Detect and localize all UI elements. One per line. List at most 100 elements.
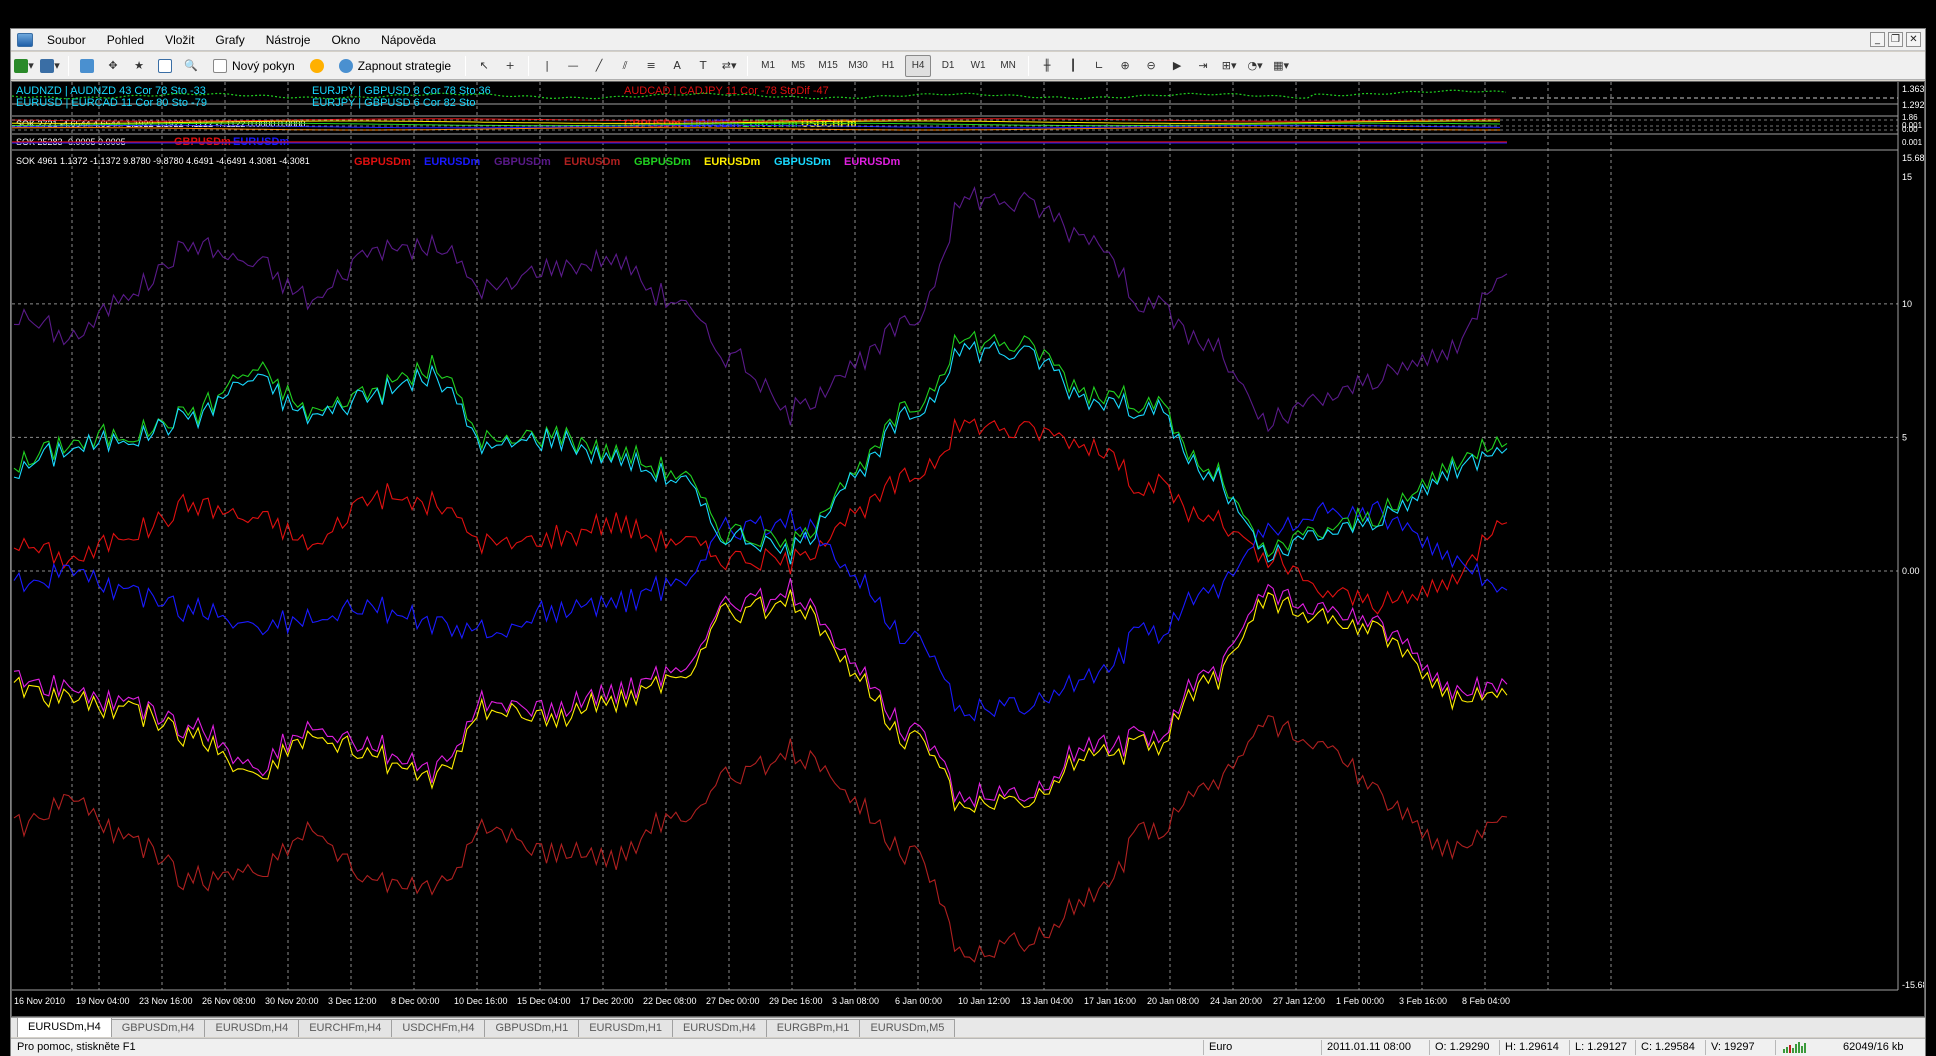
channel-icon[interactable]: ⫽ <box>614 55 636 77</box>
metaeditor-icon[interactable] <box>306 55 328 77</box>
chart-svg[interactable]: AUDNZD | AUDNZD 43 Cor 78 Sto -33 EURJPY … <box>12 82 1924 1016</box>
legend-entry: EURUSDm <box>844 156 900 168</box>
time-label: 27 Dec 00:00 <box>706 996 760 1006</box>
chart-tab[interactable]: GBPUSDm,H4 <box>110 1019 206 1037</box>
menu-nastroje[interactable]: Nástroje <box>258 29 324 51</box>
autoscroll-icon[interactable]: ▶ <box>1166 55 1188 77</box>
status-traffic: 62049/16 kb <box>1843 1041 1904 1053</box>
main-indicator-window: SOK 4961 1.1372 -1.1372 9.8780 -9.8780 4… <box>12 153 1924 990</box>
close-button[interactable]: ✕ <box>1906 32 1921 47</box>
time-label: 17 Jan 16:00 <box>1084 996 1136 1006</box>
chart-tab[interactable]: EURUSDm,H4 <box>17 1017 112 1037</box>
new-chart-icon[interactable]: ▾ <box>13 55 35 77</box>
scale-label: 0.00 <box>1902 125 1918 134</box>
cursor-icon[interactable]: ↖ <box>473 55 495 77</box>
minimize-button[interactable]: _ <box>1870 32 1885 47</box>
toolbar-separator <box>1028 55 1030 76</box>
scale-label: 5 <box>1902 432 1907 442</box>
legend-entry: EURUSDm <box>564 156 620 168</box>
status-open: O: 1.29290 <box>1435 1041 1490 1053</box>
periods-icon[interactable]: ◔▾ <box>1244 55 1266 77</box>
text-icon[interactable]: A <box>666 55 688 77</box>
time-label: 29 Dec 16:00 <box>769 996 823 1006</box>
time-label: 24 Jan 20:00 <box>1210 996 1262 1006</box>
time-label: 6 Jan 00:00 <box>895 996 942 1006</box>
status-close: C: 1.29584 <box>1641 1041 1695 1053</box>
time-label: 10 Jan 12:00 <box>958 996 1010 1006</box>
status-help: Pro pomoc, stiskněte F1 <box>17 1041 136 1053</box>
tester-icon[interactable]: 🔍 <box>180 55 202 77</box>
chart-tab[interactable]: EURUSDm,H1 <box>578 1019 673 1037</box>
line-chart-icon[interactable]: ∟ <box>1088 55 1110 77</box>
timeframe-d1[interactable]: D1 <box>935 55 961 77</box>
chart-tab[interactable]: EURCHFm,H4 <box>298 1019 393 1037</box>
timeframe-m5[interactable]: M5 <box>785 55 811 77</box>
vertical-line-icon[interactable]: | <box>536 55 558 77</box>
crosshair-icon[interactable]: + <box>499 55 521 77</box>
series-line-4 <box>13 330 1508 558</box>
chart-area[interactable]: AUDNZD | AUDNZD 43 Cor 78 Sto -33 EURJPY … <box>11 81 1925 1017</box>
restore-button[interactable]: ❐ <box>1888 32 1903 47</box>
chart-shift-icon[interactable]: ⇥ <box>1192 55 1214 77</box>
menu-grafy[interactable]: Grafy <box>207 29 257 51</box>
menu-okno[interactable]: Okno <box>323 29 373 51</box>
trendline-icon[interactable]: ╱ <box>588 55 610 77</box>
arrows-icon[interactable]: ⇄▾ <box>718 55 740 77</box>
autotrade-button[interactable]: Zapnout strategie <box>332 55 458 77</box>
chart-tab[interactable]: EURUSDm,H4 <box>671 1019 767 1037</box>
time-label: 3 Feb 16:00 <box>1399 996 1447 1006</box>
chart-tab[interactable]: EURGBPm,H1 <box>765 1019 861 1037</box>
status-datetime: 2011.01.11 08:00 <box>1327 1041 1412 1053</box>
timeframe-m1[interactable]: M1 <box>755 55 781 77</box>
indicator-header: SOK 4961 1.1372 -1.1372 9.8780 -9.8780 4… <box>16 156 310 166</box>
label-icon[interactable]: T <box>692 55 714 77</box>
timeframe-h4[interactable]: H4 <box>905 54 932 77</box>
time-label: 3 Jan 08:00 <box>832 996 879 1006</box>
status-low: L: 1.29127 <box>1575 1041 1627 1053</box>
timeframe-w1[interactable]: W1 <box>965 55 991 77</box>
indicators-icon[interactable]: ⊞▾ <box>1218 55 1240 77</box>
app-icon[interactable] <box>17 32 33 47</box>
toolbar-separator <box>528 55 530 76</box>
menu-soubor[interactable]: Soubor <box>39 29 99 51</box>
new-order-button[interactable]: Nový pokyn <box>206 55 302 77</box>
legend-entry: GBPUSDm <box>354 156 411 168</box>
new-order-icon <box>213 58 227 73</box>
time-label: 27 Jan 12:00 <box>1273 996 1325 1006</box>
favorites-icon[interactable]: ★ <box>128 55 150 77</box>
desktop: Soubor Pohled Vložit Grafy Nástroje Okno… <box>0 0 1936 1056</box>
market-watch-icon[interactable] <box>76 55 98 77</box>
status-high: H: 1.29614 <box>1505 1041 1559 1053</box>
bar-chart-icon[interactable]: ╫ <box>1036 55 1058 77</box>
legend-entry: GBPUSDm <box>774 156 831 168</box>
terminal-icon[interactable] <box>154 55 176 77</box>
timeframe-h1[interactable]: H1 <box>875 55 901 77</box>
timeframe-m30[interactable]: M30 <box>845 55 871 77</box>
indicator-window-3: SOK 25283 -0.0005 0.0005GBPUSDmEURUSDm0.… <box>12 136 1923 148</box>
chart-tab[interactable]: GBPUSDm,H1 <box>484 1019 580 1037</box>
profiles-icon[interactable]: ▾ <box>39 55 61 77</box>
templates-icon[interactable]: ▦▾ <box>1270 55 1292 77</box>
time-label: 8 Feb 04:00 <box>1462 996 1510 1006</box>
zoom-out-icon[interactable]: ⊖ <box>1140 55 1162 77</box>
timeframe-m15[interactable]: M15 <box>815 55 841 77</box>
chart-tab[interactable]: EURUSDm,H4 <box>204 1019 300 1037</box>
menu-pohled[interactable]: Pohled <box>99 29 157 51</box>
series-line-1 <box>13 500 1508 722</box>
navigator-icon[interactable]: ✥ <box>102 55 124 77</box>
fibonacci-icon[interactable]: ≡ <box>640 55 662 77</box>
chart-tabs: EURUSDm,H4 GBPUSDm,H4 EURUSDm,H4 EURCHFm,H4… <box>11 1017 1925 1037</box>
window-controls: _ ❐ ✕ <box>1870 32 1921 47</box>
timeframe-mn[interactable]: MN <box>995 55 1021 77</box>
series-line-3 <box>13 714 1508 963</box>
zoom-in-icon[interactable]: ⊕ <box>1114 55 1136 77</box>
menu-napoveda[interactable]: Nápověda <box>373 29 449 51</box>
toolbar-separator <box>68 55 69 76</box>
candlestick-icon[interactable]: ┃ <box>1062 55 1084 77</box>
chart-tab[interactable]: USDCHFm,H4 <box>391 1019 486 1037</box>
time-label: 3 Dec 12:00 <box>328 996 377 1006</box>
status-profile: Euro <box>1209 1041 1233 1053</box>
chart-tab[interactable]: EURUSDm,M5 <box>859 1019 956 1037</box>
menu-vlozit[interactable]: Vložit <box>157 29 207 51</box>
horizontal-line-icon[interactable]: — <box>562 55 584 77</box>
